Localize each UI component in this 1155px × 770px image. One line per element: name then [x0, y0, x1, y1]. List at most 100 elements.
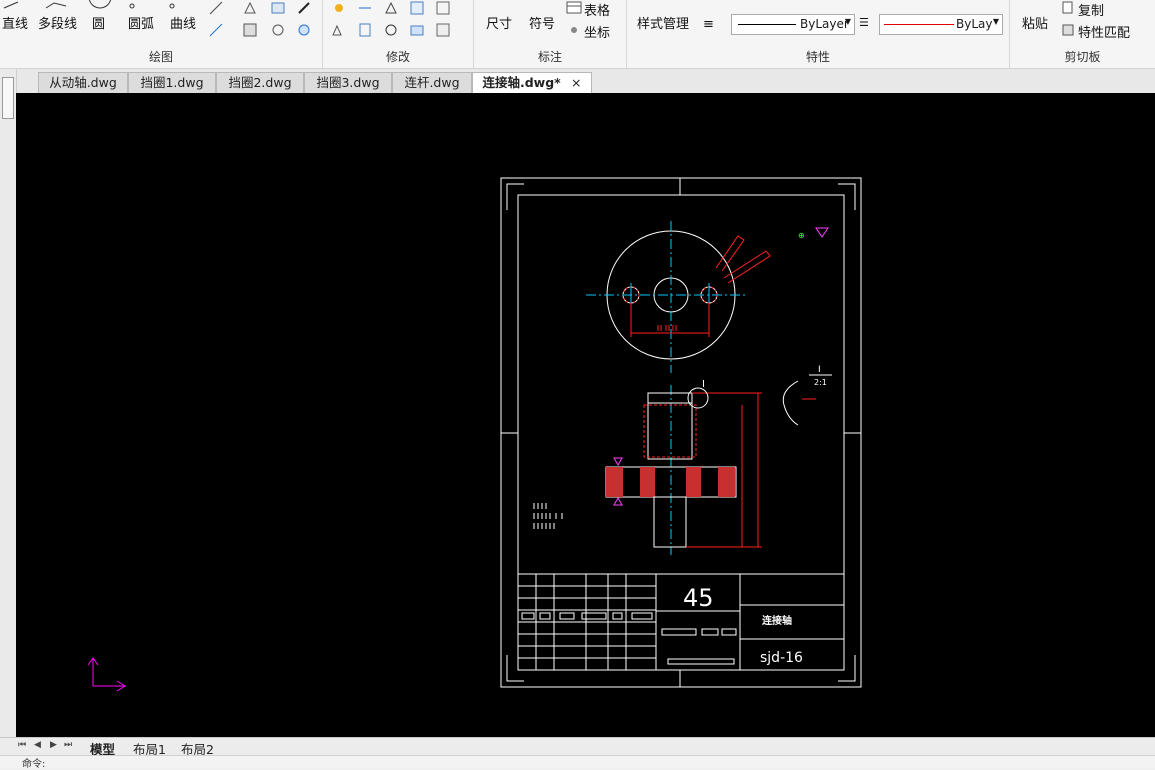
- move-icon[interactable]: [331, 0, 347, 16]
- dimension-button[interactable]: 尺寸: [486, 13, 512, 32]
- paste-button[interactable]: 粘贴: [1022, 13, 1048, 32]
- mirror-icon[interactable]: [357, 0, 373, 16]
- ribbon: 直线 多段线 圆 圆弧 曲线 绘图 修改 尺寸 符号 表格 坐标 标注 样式管理…: [0, 0, 1155, 69]
- first-tab-arrow-icon[interactable]: ⏮: [18, 740, 26, 750]
- circle-button[interactable]: 圆: [92, 13, 105, 32]
- flange-hatch-midright: [686, 467, 701, 497]
- prev-tab-arrow-icon[interactable]: ◀: [34, 740, 41, 750]
- line-button[interactable]: 直线: [2, 13, 28, 32]
- corner-mark-tl: [506, 183, 524, 210]
- symbol-button[interactable]: 符号: [529, 13, 555, 32]
- sheet-inner-border: [517, 194, 845, 671]
- modify-group-label: 修改: [385, 50, 410, 64]
- point-icon[interactable]: [296, 0, 312, 16]
- curve-button[interactable]: 曲线: [170, 13, 196, 32]
- copy-icon: [1062, 1, 1073, 14]
- flange-hatch-midleft: [640, 467, 655, 497]
- style-manager-button[interactable]: 样式管理: [637, 13, 689, 32]
- corner-mark-bl: [506, 655, 524, 682]
- list-icon[interactable]: ≡: [703, 17, 714, 32]
- layout-tabs-bar: ⏮ ◀ ▶ ⏭ 模型 布局1 布局2: [0, 737, 1155, 757]
- part-name-text: 连接轴: [762, 614, 792, 627]
- side-finish-symbol: [613, 457, 623, 467]
- array-icon[interactable]: [409, 22, 425, 38]
- draw-group: 直线 多段线 圆 圆弧 曲线 绘图: [0, 0, 323, 68]
- tb-cell-g: [661, 628, 697, 636]
- curve-icon: [169, 3, 175, 9]
- color-value: ByLay: [956, 17, 993, 31]
- region-icon[interactable]: [270, 0, 286, 16]
- tab-retainer-2[interactable]: 挡圈2.dwg: [216, 72, 304, 93]
- shaft-upper-red: [643, 404, 697, 458]
- drawing-canvas[interactable]: ⊕ I I 2:1 45 连接轴 sjd-16: [16, 93, 1155, 737]
- tb-cell-f: [631, 612, 653, 620]
- fillet-icon[interactable]: [357, 22, 373, 38]
- surface-finish-label: ⊕: [798, 231, 805, 240]
- arc-icon: [129, 3, 135, 9]
- tb-cell-j: [667, 658, 735, 665]
- match-properties-button[interactable]: 特性匹配: [1078, 22, 1130, 41]
- shaft-head: [647, 392, 693, 404]
- next-tab-arrow-icon[interactable]: ▶: [50, 740, 57, 750]
- color-select[interactable]: ByLay ▼: [879, 14, 1003, 35]
- draw-group-label: 绘图: [148, 50, 173, 64]
- arc-button[interactable]: 圆弧: [128, 13, 154, 32]
- explode-icon[interactable]: [435, 22, 451, 38]
- coordinate-button[interactable]: 坐标: [584, 22, 610, 41]
- tb-cell-e: [612, 612, 623, 620]
- tb-cell-c: [559, 612, 575, 620]
- drawing-number-text: sjd-16: [760, 650, 803, 666]
- linetype-value: ByLayer: [800, 17, 849, 31]
- xline-icon[interactable]: [208, 22, 224, 38]
- palette-handle[interactable]: [2, 77, 14, 119]
- clipboard-group-label: 剪切板: [1064, 50, 1101, 64]
- close-icon[interactable]: ×: [571, 75, 581, 90]
- properties-group-label: 特性: [805, 50, 830, 64]
- linetype-select[interactable]: ByLayer ▼: [731, 14, 855, 35]
- cloud-icon[interactable]: [296, 22, 312, 38]
- color-preview-line: [884, 24, 954, 25]
- chevron-down-icon: ▼: [844, 17, 851, 26]
- drawing-svg[interactable]: ⊕ I I 2:1 45 连接轴 sjd-16: [16, 93, 1155, 737]
- tb-cell-a: [521, 612, 535, 620]
- rotate-icon[interactable]: [383, 22, 399, 38]
- detail-scale: 2:1: [814, 378, 827, 387]
- command-prompt: 命令:: [22, 759, 46, 770]
- tb-cell-b: [539, 612, 551, 620]
- tb-cell-i: [721, 628, 737, 636]
- pencil-icon[interactable]: [208, 0, 224, 16]
- detail-shape: [782, 380, 799, 426]
- tab-retainer-1[interactable]: 挡圈1.dwg: [128, 72, 216, 93]
- donut-icon[interactable]: [270, 22, 286, 38]
- stretch-icon[interactable]: [331, 22, 347, 38]
- top-dimension-text: [657, 325, 677, 331]
- circle-icon: [88, 0, 112, 9]
- trim-icon[interactable]: [383, 0, 399, 16]
- last-tab-arrow-icon[interactable]: ⏭: [64, 740, 72, 750]
- modify-group: 修改: [323, 0, 474, 68]
- match-properties-icon: [1062, 24, 1074, 36]
- command-line[interactable]: 命令:: [0, 755, 1155, 770]
- copy-button[interactable]: 复制: [1078, 0, 1104, 19]
- left-palette-strip[interactable]: [0, 69, 17, 739]
- tab-connecting-rod[interactable]: 连杆.dwg: [392, 72, 472, 93]
- polyline-button[interactable]: 多段线: [38, 13, 77, 32]
- table-icon: [566, 1, 582, 14]
- lineweight-icon[interactable]: ☰: [859, 16, 869, 29]
- hatch-icon[interactable]: [242, 22, 258, 38]
- corner-mark-br: [838, 655, 856, 682]
- document-tabs: 从动轴.dwg 挡圈1.dwg 挡圈2.dwg 挡圈3.dwg 连杆.dwg 连…: [0, 69, 1155, 94]
- clipboard-group: 粘贴 复制 特性匹配 剪切板: [1010, 0, 1155, 68]
- tab-retainer-3[interactable]: 挡圈3.dwg: [304, 72, 392, 93]
- detail-callout-label: I: [702, 379, 705, 390]
- annotate-group: 尺寸 符号 表格 坐标 标注: [474, 0, 627, 68]
- corner-mark-tr: [838, 183, 856, 210]
- offset-icon[interactable]: [409, 0, 425, 16]
- shaft-upper: [647, 402, 693, 460]
- polygon-icon[interactable]: [242, 0, 258, 16]
- rect-select-icon[interactable]: [435, 0, 451, 16]
- tab-connecting-shaft[interactable]: 连接轴.dwg* ×: [472, 72, 592, 93]
- tab-drive-shaft[interactable]: 从动轴.dwg: [38, 72, 128, 93]
- detail-callout-circle: [687, 387, 709, 409]
- table-button[interactable]: 表格: [584, 0, 610, 19]
